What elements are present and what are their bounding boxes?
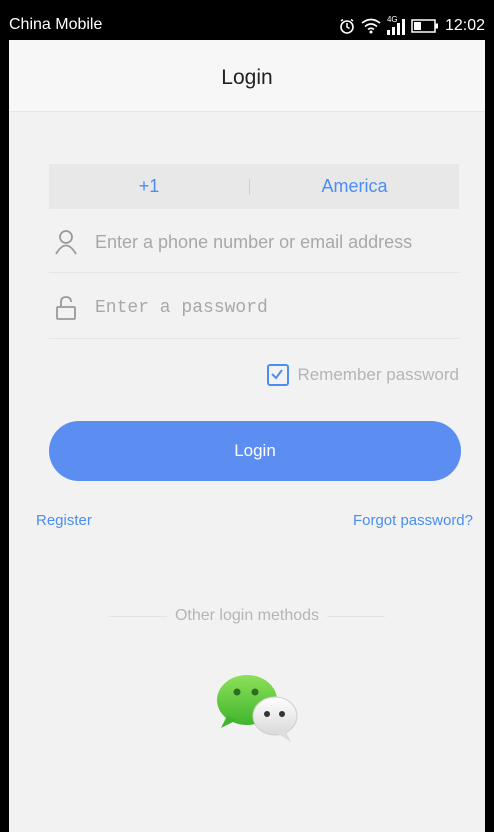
username-input[interactable] (93, 230, 457, 254)
remember-label: Remember password (297, 365, 459, 384)
wifi-icon (361, 18, 381, 34)
wechat-icon[interactable] (215, 672, 299, 744)
app-screen: China Mobile 4G 12:02 Login +1 America E… (9, 10, 485, 832)
country-code[interactable]: +1 (49, 176, 249, 197)
divider-line-left (109, 615, 167, 617)
register-link[interactable]: Register (36, 512, 92, 529)
clock: 12:02 (444, 17, 485, 34)
country-name[interactable]: America (250, 176, 459, 197)
password-field (49, 278, 459, 339)
remember-checkbox[interactable] (267, 364, 290, 386)
page-title: Login (221, 66, 273, 89)
other-login-divider: Other login methods (109, 606, 386, 626)
user-icon (55, 230, 77, 255)
alarm-icon (340, 18, 354, 34)
divider-line-right (327, 615, 386, 617)
carrier-name: China Mobile (9, 16, 103, 33)
lock-icon (56, 296, 76, 320)
signal-icon: 4G (386, 15, 405, 35)
country-selector[interactable]: +1 America (49, 164, 459, 209)
username-field (49, 212, 459, 273)
network-type: 4G (386, 15, 398, 24)
login-button[interactable]: Login (49, 421, 461, 481)
remember-password[interactable]: Remember password (249, 362, 459, 388)
checkmark-icon (271, 369, 284, 380)
status-bar: China Mobile 4G 12:02 (9, 10, 485, 40)
password-input[interactable] (93, 297, 457, 319)
battery-icon (411, 19, 438, 33)
other-login-label: Other login methods (174, 607, 320, 624)
header-bar: Login (9, 40, 485, 112)
status-icons: 4G 12:02 (339, 15, 485, 37)
forgot-password-link[interactable]: Forgot password? (353, 512, 473, 529)
